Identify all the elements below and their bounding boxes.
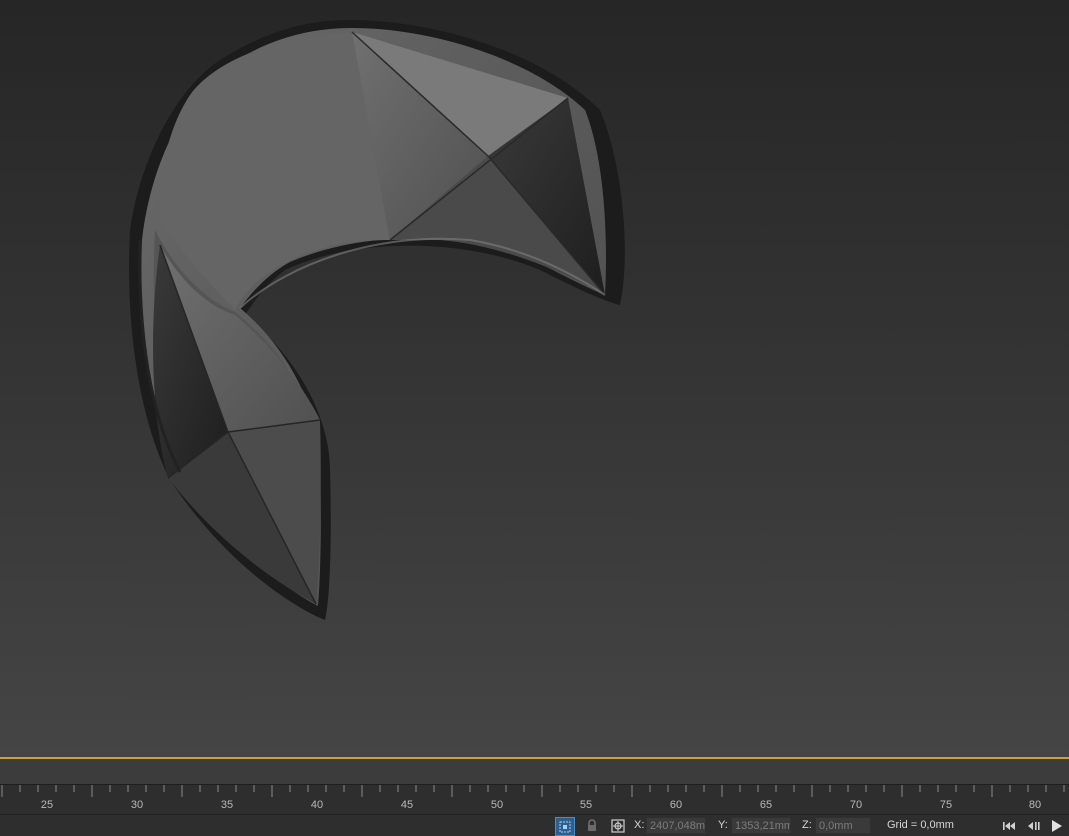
tick-label: 60 (669, 799, 683, 811)
tick-label: 70 (849, 799, 863, 811)
tick-label: 30 (130, 799, 144, 811)
tick-label: 65 (759, 799, 773, 811)
x-coord-label: X: (634, 819, 645, 831)
tick-label: 75 (939, 799, 953, 811)
bracelet-model[interactable] (0, 0, 1069, 757)
go-to-start-icon[interactable] (998, 817, 1020, 834)
tick-label: 25 (40, 799, 54, 811)
transform-type-in-icon[interactable] (609, 817, 627, 834)
z-coord-field[interactable]: 0,0mm (815, 817, 871, 834)
previous-frame-icon[interactable] (1023, 817, 1045, 834)
time-ruler[interactable]: 25 30 35 40 45 50 55 60 65 70 75 80 (0, 784, 1069, 815)
status-bar: X: 2407,048m Y: 1353,21mm Z: 0,0mm Grid … (0, 814, 1069, 836)
tick-label: 50 (490, 799, 504, 811)
tick-label: 45 (400, 799, 414, 811)
3d-viewport[interactable] (0, 0, 1069, 757)
lock-icon[interactable] (583, 817, 601, 834)
z-coord-label: Z: (802, 819, 812, 831)
y-coord-field[interactable]: 1353,21mm (731, 817, 791, 834)
play-icon[interactable] (1046, 817, 1068, 834)
tick-label: 40 (310, 799, 324, 811)
tick-label: 80 (1028, 799, 1042, 811)
ruler-ticks (1, 785, 1065, 797)
tick-label: 35 (220, 799, 234, 811)
isolate-selection-icon[interactable] (555, 817, 575, 836)
grid-size-label: Grid = 0,0mm (887, 819, 954, 831)
y-coord-label: Y: (718, 819, 728, 831)
x-coord-field[interactable]: 2407,048m (646, 817, 706, 834)
timeline-track[interactable] (0, 759, 1069, 784)
tick-label: 55 (579, 799, 593, 811)
